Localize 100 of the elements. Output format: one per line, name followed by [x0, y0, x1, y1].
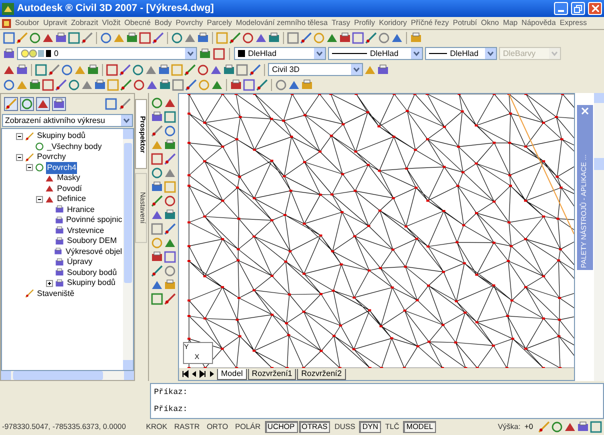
tree-item[interactable]: Vrstevnice [66, 224, 106, 237]
tool-icon[interactable] [236, 64, 248, 76]
vertical-scrollbar[interactable] [594, 93, 604, 381]
tool-icon[interactable] [16, 32, 28, 44]
tool-icon[interactable] [139, 32, 151, 44]
layout-tab[interactable]: Rozvržení1 [248, 368, 296, 380]
tool-icon[interactable] [150, 279, 163, 291]
collapse-icon[interactable] [16, 154, 23, 161]
tool-icon[interactable] [150, 293, 163, 305]
tool-icon[interactable] [184, 64, 196, 76]
tool-icon[interactable] [48, 64, 60, 76]
tool-icon[interactable] [150, 251, 163, 263]
tool-icon[interactable] [185, 79, 197, 92]
minimize-button[interactable] [554, 2, 568, 15]
tree-item[interactable]: Skupiny bodů [36, 130, 86, 142]
status-tray-icon[interactable] [577, 421, 589, 433]
tool-icon[interactable] [150, 153, 163, 165]
tool-icon[interactable] [3, 79, 15, 92]
tool-icon[interactable] [3, 32, 15, 44]
tool-icon[interactable] [150, 111, 163, 123]
tool-icon[interactable] [268, 32, 280, 44]
tool-icon[interactable] [164, 209, 176, 221]
tool-icon[interactable] [150, 265, 163, 277]
tool-icon[interactable] [94, 79, 106, 92]
layout-tab[interactable]: Model [217, 368, 247, 380]
tool-icon[interactable] [229, 32, 241, 44]
tree-item[interactable]: Hranice [66, 204, 96, 216]
tool-icon[interactable] [87, 64, 99, 76]
close-icon[interactable] [581, 107, 589, 115]
tool-icon[interactable] [158, 64, 170, 76]
tool-icon[interactable] [120, 79, 132, 92]
tab-scroll-icon[interactable] [190, 370, 198, 378]
tool-icon[interactable] [255, 32, 267, 44]
tool-icon[interactable] [184, 32, 196, 44]
tool-icon[interactable] [377, 64, 389, 76]
tree-item[interactable]: _Všechny body [46, 140, 103, 153]
tool-icon[interactable] [256, 79, 268, 92]
tool-icon[interactable] [61, 64, 73, 76]
view-dropdown[interactable]: Zobrazení aktivního výkresu [2, 114, 133, 127]
tool-icon[interactable] [378, 32, 390, 44]
tool-icon[interactable] [171, 32, 183, 44]
tree-item[interactable]: Úpravy [66, 256, 94, 268]
tab-scroll-icon[interactable] [199, 370, 207, 378]
tool-icon[interactable] [410, 32, 422, 44]
tool-icon[interactable] [150, 223, 163, 235]
tool-icon[interactable] [199, 48, 211, 60]
tree-item[interactable]: Povrch4 [46, 162, 78, 174]
tool-icon[interactable] [300, 32, 312, 44]
tool-icon[interactable] [100, 32, 112, 44]
tool-icon[interactable] [164, 97, 176, 109]
tool-icon[interactable] [145, 64, 157, 76]
status-tray-icon[interactable] [538, 421, 550, 433]
tree-item[interactable]: Výkresové objel [64, 246, 124, 258]
tool-icon[interactable] [81, 32, 93, 44]
layer-dropdown[interactable]: 0 [17, 47, 197, 60]
tab-scroll-icon[interactable] [181, 370, 189, 378]
tool-icon[interactable] [42, 32, 54, 44]
tree-item[interactable]: Povrchy [36, 151, 67, 164]
tree-item[interactable]: Povodí [56, 182, 83, 195]
tool-icon[interactable] [164, 111, 176, 123]
tool-icon[interactable] [152, 32, 164, 44]
tool-icon[interactable] [301, 79, 313, 92]
status-tray-icon[interactable] [551, 421, 563, 433]
tool-icon[interactable] [106, 64, 118, 76]
tool-icon[interactable] [146, 79, 158, 92]
collapse-icon[interactable] [26, 164, 33, 172]
tool-icon[interactable] [16, 64, 28, 76]
tree-item[interactable]: Masky [56, 172, 82, 184]
tool-icon[interactable] [133, 79, 145, 92]
tab-scroll-icon[interactable] [208, 370, 216, 378]
tool-icon[interactable] [164, 293, 176, 305]
tool-icon[interactable] [29, 79, 41, 92]
tree-item[interactable]: Soubory bodů [66, 266, 118, 279]
tool-icon[interactable] [119, 64, 131, 76]
tool-icon[interactable] [164, 167, 176, 179]
tree-item[interactable]: Povinné spojnic [65, 214, 124, 226]
tool-icon[interactable] [211, 79, 223, 92]
tool-icon[interactable] [150, 209, 163, 221]
tool-icon[interactable] [223, 64, 235, 76]
color-dropdown[interactable]: DleHlad [234, 47, 326, 60]
tool-icon[interactable] [42, 79, 54, 92]
tool-icon[interactable] [365, 32, 377, 44]
tool-icon[interactable] [230, 79, 242, 92]
tool-icon[interactable] [275, 79, 287, 92]
tool-icon[interactable] [126, 32, 138, 44]
tool-icon[interactable] [150, 195, 163, 207]
tool-icon[interactable] [150, 181, 163, 193]
tool-icon[interactable] [164, 153, 176, 165]
tool-icon[interactable] [35, 64, 47, 76]
tool-icon[interactable] [287, 32, 299, 44]
tool-icon[interactable] [55, 79, 67, 92]
tool-icon[interactable] [81, 79, 93, 92]
window-icon[interactable] [105, 98, 117, 110]
tool-icon[interactable] [164, 237, 176, 249]
tool-icon[interactable] [326, 32, 338, 44]
close-button[interactable] [588, 2, 602, 15]
tool-icon[interactable] [243, 79, 255, 92]
tool-icon[interactable] [159, 79, 171, 92]
tool-icon[interactable] [172, 79, 184, 92]
tool-icon[interactable] [3, 64, 15, 76]
